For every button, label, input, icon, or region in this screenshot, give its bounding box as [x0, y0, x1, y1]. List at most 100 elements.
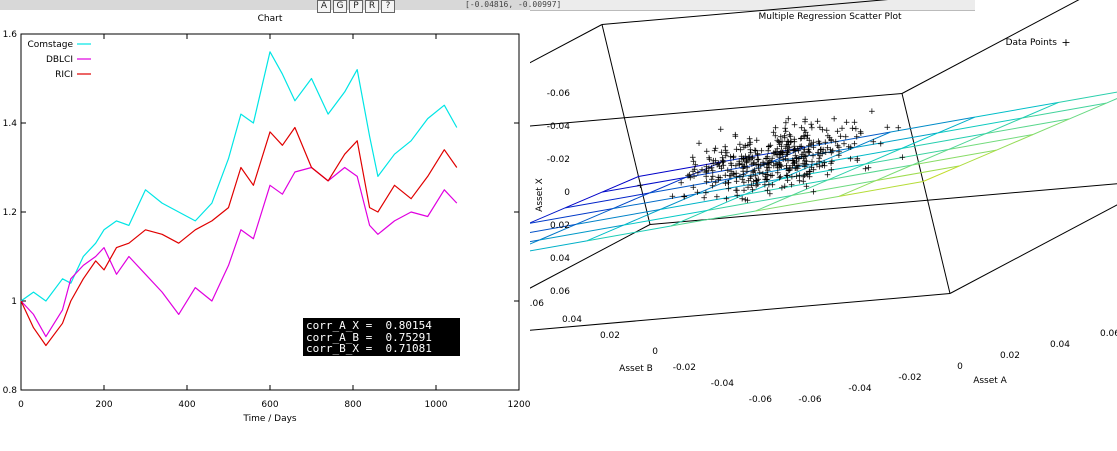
- plane-grid-line: [586, 224, 624, 242]
- z-tick-label: 0: [564, 188, 570, 198]
- plane-grid-line: [586, 225, 671, 242]
- data-point: +: [782, 127, 790, 137]
- plane-grid-line: [864, 148, 902, 165]
- x-tick-label: 0.02: [1000, 351, 1020, 361]
- plane-grid-line: [530, 239, 540, 245]
- data-point: +: [732, 186, 740, 196]
- y-axis-label: Asset B: [619, 364, 653, 374]
- data-point: +: [677, 178, 685, 188]
- plane-grid-line: [1058, 91, 1117, 103]
- plane-grid-line: [875, 164, 913, 182]
- plane-grid-line: [996, 134, 1034, 151]
- plane-grid-line: [864, 148, 950, 165]
- data-point: +: [721, 143, 729, 153]
- data-point: +: [713, 192, 721, 202]
- x-tick-label: 800: [344, 400, 361, 410]
- data-point: +: [762, 170, 770, 180]
- data-point: +: [843, 118, 851, 128]
- correlation-line: corr_B_X = 0.71081: [306, 342, 432, 355]
- data-point: +: [705, 153, 713, 163]
- plane-grid-line: [575, 209, 661, 225]
- z-tick-label: 0.06: [550, 287, 570, 297]
- y-tick-label: 0: [652, 347, 658, 357]
- data-point: +: [741, 141, 749, 151]
- data-point: +: [810, 188, 818, 198]
- plane-grid-line: [838, 180, 876, 197]
- y-tick-label: 0.06: [530, 299, 544, 309]
- plane-grid-line: [938, 117, 1023, 134]
- plane-grid-line: [901, 132, 939, 149]
- plane-grid-line: [670, 210, 756, 227]
- legend-label: DBLCI: [46, 55, 73, 65]
- x-tick-label: 0: [18, 400, 24, 410]
- y-tick-label: -0.04: [711, 379, 735, 389]
- x-tick-label: 1200: [508, 400, 530, 410]
- legend-marker: +: [1061, 36, 1070, 49]
- data-point: +: [868, 107, 876, 117]
- data-point: +: [824, 170, 832, 180]
- data-point: +: [883, 123, 891, 133]
- x-tick-label: 0: [957, 362, 963, 372]
- data-point: +: [729, 170, 737, 180]
- data-point: +: [781, 182, 789, 192]
- x-tick-label: 0.04: [1050, 340, 1070, 350]
- x-tick-label: -0.04: [848, 384, 872, 394]
- data-point: +: [805, 167, 813, 177]
- plane-grid-line: [612, 192, 650, 210]
- box-base-edge: [530, 293, 951, 331]
- plane-grid-line: [912, 149, 997, 166]
- plane-grid-line: [575, 208, 613, 225]
- data-point: +: [845, 142, 853, 152]
- z-tick-label: -0.02: [547, 155, 570, 165]
- data-point: +: [765, 159, 773, 169]
- chart-title: Chart: [258, 14, 283, 24]
- z-axis-label: Asset X: [535, 178, 545, 212]
- plane-grid-line: [948, 134, 1034, 150]
- plane-grid-line: [901, 133, 986, 149]
- data-point: +: [899, 153, 907, 163]
- z-tick-label: -0.06: [547, 89, 571, 99]
- data-point: +: [766, 189, 774, 199]
- plane-grid-line: [623, 209, 661, 226]
- data-point: +: [894, 123, 902, 133]
- series-line-dblci: [20, 166, 458, 338]
- x-tick-label: 400: [178, 400, 195, 410]
- plane-grid-line: [922, 165, 960, 182]
- y-tick-label: -0.02: [673, 363, 696, 373]
- data-point: +: [700, 193, 708, 203]
- plane-grid-line: [875, 165, 960, 182]
- data-point: +: [785, 115, 793, 125]
- data-point: +: [680, 192, 688, 202]
- data-point: +: [723, 194, 731, 204]
- data-point: +: [803, 182, 811, 192]
- z-tick-label: -0.04: [547, 122, 571, 132]
- x-tick-label: 200: [95, 400, 112, 410]
- data-point: +: [689, 153, 697, 163]
- y-tick-label: 0.02: [600, 331, 620, 341]
- data-point: +: [835, 148, 843, 158]
- data-point: +: [725, 185, 733, 195]
- plane-grid-line: [974, 101, 1059, 118]
- x-tick-label: 0.06: [1100, 329, 1117, 339]
- data-point: +: [758, 147, 766, 157]
- data-point: +: [690, 172, 698, 182]
- y-tick-label: 1.6: [3, 30, 18, 40]
- data-point: +: [810, 143, 818, 153]
- data-point: +: [669, 192, 677, 202]
- regression-scatter-3d: Multiple Regression Scatter Plot++++++++…: [530, 0, 1117, 405]
- data-point: +: [852, 125, 860, 135]
- box-base-edge: [949, 204, 1117, 294]
- x-tick-label: 1000: [425, 400, 448, 410]
- plane-grid-line: [1022, 102, 1107, 119]
- data-point: +: [709, 182, 717, 192]
- x-tick-label: 600: [261, 400, 278, 410]
- plane-grid-line: [937, 116, 975, 134]
- y-tick-label: 1.4: [3, 119, 18, 129]
- plane-grid-line: [670, 209, 708, 227]
- plane-grid-line: [985, 118, 1070, 135]
- data-point: +: [786, 166, 794, 176]
- plane-grid-line: [565, 191, 603, 209]
- data-point: +: [702, 168, 710, 178]
- plane-grid-line: [838, 181, 924, 197]
- data-point: +: [815, 154, 823, 164]
